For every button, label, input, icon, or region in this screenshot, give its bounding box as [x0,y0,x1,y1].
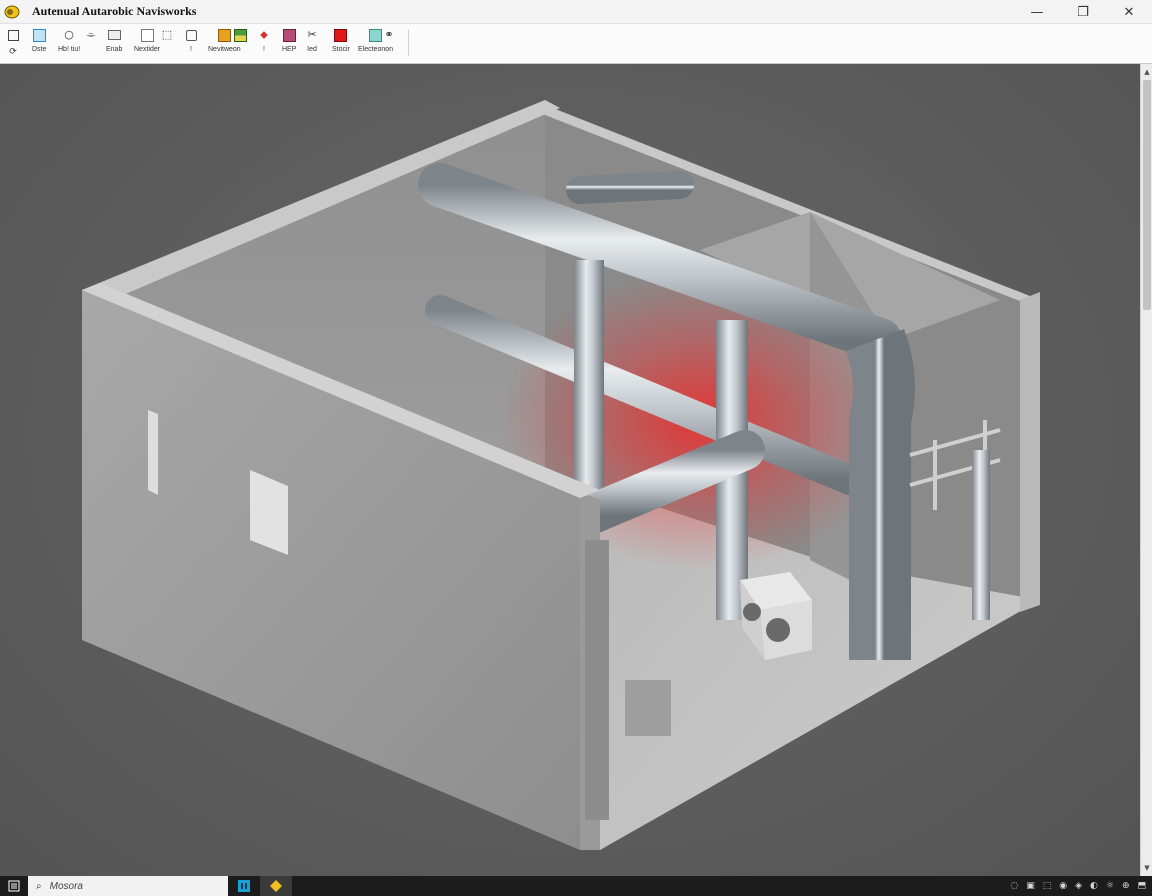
link-icon: ⚭ [384,28,394,41]
hep-button[interactable]: HEP [282,28,296,62]
select-button[interactable]: ⟳ [6,28,20,62]
bim-model-render [82,100,1040,850]
orbit-button[interactable]: ○ Hb! tiu! [58,28,80,62]
red-swatch-icon [334,28,348,42]
taskbar: ⌕ Mosora ◌ ▣ ⬚ ◉ ◈ ◐ ☼ ⊕ ⬒ [0,876,1152,896]
rear-duct [566,171,694,204]
measure-icon: ⌯ [86,28,96,41]
window-title: Autenual Autarobic Navisworks [32,4,197,18]
minimize-button[interactable]: — [1014,0,1060,24]
comment-icon [107,28,121,42]
orbit-icon: ○ [64,28,74,41]
vertical-scrollbar[interactable]: ▲ ▼ [1140,64,1152,876]
tray-icon-1[interactable]: ◌ [1010,876,1018,896]
system-tray: ◌ ▣ ⬚ ◉ ◈ ◐ ☼ ⊕ ⬒ [1010,876,1146,896]
tray-icon-7[interactable]: ☼ [1106,876,1114,896]
refresh-icon: ⟳ [9,47,17,57]
link-button[interactable]: ⚭ [382,28,396,62]
vertical-duct-right [845,329,915,660]
maximize-button[interactable]: ❐ [1060,0,1106,24]
cursor-box-button[interactable]: ⬚ [160,28,174,62]
date-button[interactable]: Dste [32,28,46,62]
search-input[interactable]: Mosora [50,881,83,892]
scroll-thumb[interactable] [1143,80,1151,310]
app-explorer-icon [238,880,250,892]
red-arrow-button[interactable]: ⬥ ! [257,28,271,62]
taskbar-app-explorer[interactable] [228,876,260,896]
tray-icon-8[interactable]: ⊕ [1122,876,1130,896]
next-button[interactable]: Nextider [134,28,160,62]
cyan-swatch-icon [369,28,383,42]
tray-icon-4[interactable]: ◉ [1059,876,1067,896]
start-icon [8,880,20,892]
title-bar: Autenual Autarobic Navisworks — ❐ ✕ [0,0,1152,24]
tray-icon-2[interactable]: ▣ [1026,876,1035,896]
left-column [585,540,609,820]
red-arrow-icon: ⬥ [260,28,268,41]
scroll-up-icon[interactable]: ▲ [1142,66,1152,78]
ribbon-divider [408,30,409,56]
stock-button[interactable]: Stocir [332,28,350,62]
window-icon [32,28,46,42]
cut-button[interactable]: ✂ Ied [305,28,319,62]
app-navisworks-icon [270,880,282,892]
select-icon [6,28,20,42]
measure-button[interactable]: ⌯ [84,28,98,62]
tray-icon-3[interactable]: ⬚ [1043,876,1052,896]
tag-button[interactable]: ! [184,28,198,62]
cut-icon: ✂ [307,28,317,41]
enable-button[interactable]: Enab [106,28,122,62]
start-button[interactable] [0,876,28,896]
scroll-down-icon[interactable]: ▼ [1142,862,1152,874]
tray-icon-5[interactable]: ◈ [1075,876,1082,896]
tray-icon-9[interactable]: ⬒ [1137,876,1146,896]
taskbar-search[interactable]: ⌕ Mosora [28,876,228,896]
cursor-box-icon: ⬚ [161,28,173,41]
ribbon-toolbar: ⟳ Dste ○ Hb! tiu! ⌯ Enab Nextider ⬚ ! Ne… [0,24,1152,64]
right-wall [1020,292,1040,612]
search-icon: ⌕ [36,880,42,892]
tag-icon [184,28,198,42]
riser-pipe [972,450,990,620]
green-swatch-icon [233,28,247,42]
green-swatch-button[interactable] [233,28,247,62]
window-opening-1 [148,410,158,495]
small-equipment [625,680,671,736]
close-button[interactable]: ✕ [1106,0,1152,24]
blank-icon [140,28,154,42]
model-viewport[interactable] [0,64,1140,876]
app-logo-icon [4,4,20,20]
vertical-pipe-1 [574,260,604,500]
orange-swatch-icon [217,28,231,42]
tray-icon-6[interactable]: ◐ [1090,876,1098,896]
taskbar-app-navisworks[interactable] [260,876,292,896]
magenta-swatch-icon [282,28,296,42]
